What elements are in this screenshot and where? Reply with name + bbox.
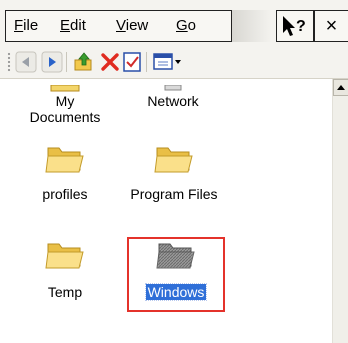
close-icon: ×: [325, 15, 338, 37]
back-button[interactable]: [14, 50, 38, 74]
list-item-my-documents[interactable]: My Documents: [22, 85, 108, 125]
item-label: Network: [147, 93, 199, 109]
list-item-network[interactable]: Network: [124, 85, 222, 109]
toolbar-separator: [66, 52, 67, 72]
help-pointer-icon: ?: [283, 16, 306, 36]
views-button[interactable]: [152, 50, 184, 74]
list-item-temp[interactable]: Temp: [22, 238, 108, 300]
help-button[interactable]: ?: [276, 10, 314, 42]
delete-button[interactable]: [98, 50, 122, 74]
toolbar-grip[interactable]: [7, 52, 11, 72]
menu-file[interactable]: File: [14, 17, 38, 34]
menu-edit[interactable]: Edit: [60, 17, 86, 34]
item-label: Documents: [29, 109, 101, 125]
my-documents-icon: [50, 85, 80, 92]
menu-spacer: [232, 10, 272, 42]
svg-text:?: ?: [296, 18, 306, 35]
item-label: profiles: [42, 186, 88, 202]
scroll-up-button[interactable]: [333, 79, 348, 96]
folder-icon: [45, 243, 84, 269]
folder-up-button[interactable]: [72, 50, 96, 74]
forward-icon: [41, 51, 63, 73]
item-label: Program Files: [130, 186, 218, 202]
folder-up-icon: [74, 52, 92, 71]
network-icon: [164, 85, 182, 91]
list-item-windows[interactable]: Windows: [129, 238, 223, 301]
vertical-scrollbar[interactable]: [332, 79, 348, 343]
item-label: My: [55, 93, 75, 109]
hidden-folder-icon: [156, 243, 195, 269]
menu-group: File Edit View Go: [5, 10, 232, 42]
list-item-program-files[interactable]: Program Files: [120, 142, 228, 202]
folder-icon: [45, 147, 84, 173]
folder-icon: [154, 147, 193, 173]
menu-go[interactable]: Go: [176, 17, 196, 34]
item-label: Temp: [47, 284, 83, 300]
list-item-profiles[interactable]: profiles: [22, 142, 108, 202]
forward-button[interactable]: [40, 50, 64, 74]
item-label: Windows: [144, 283, 208, 301]
toolbar-separator: [146, 52, 147, 72]
properties-button[interactable]: [120, 50, 144, 74]
menu-bar: File Edit View Go ? ×: [0, 0, 348, 46]
views-icon: [153, 53, 181, 70]
menu-view[interactable]: View: [116, 17, 148, 34]
toolbar: [0, 46, 348, 79]
back-icon: [15, 51, 37, 73]
delete-icon: [101, 53, 119, 71]
close-button[interactable]: ×: [314, 10, 348, 42]
arrow-up-icon: [337, 85, 345, 90]
properties-icon: [123, 52, 141, 72]
